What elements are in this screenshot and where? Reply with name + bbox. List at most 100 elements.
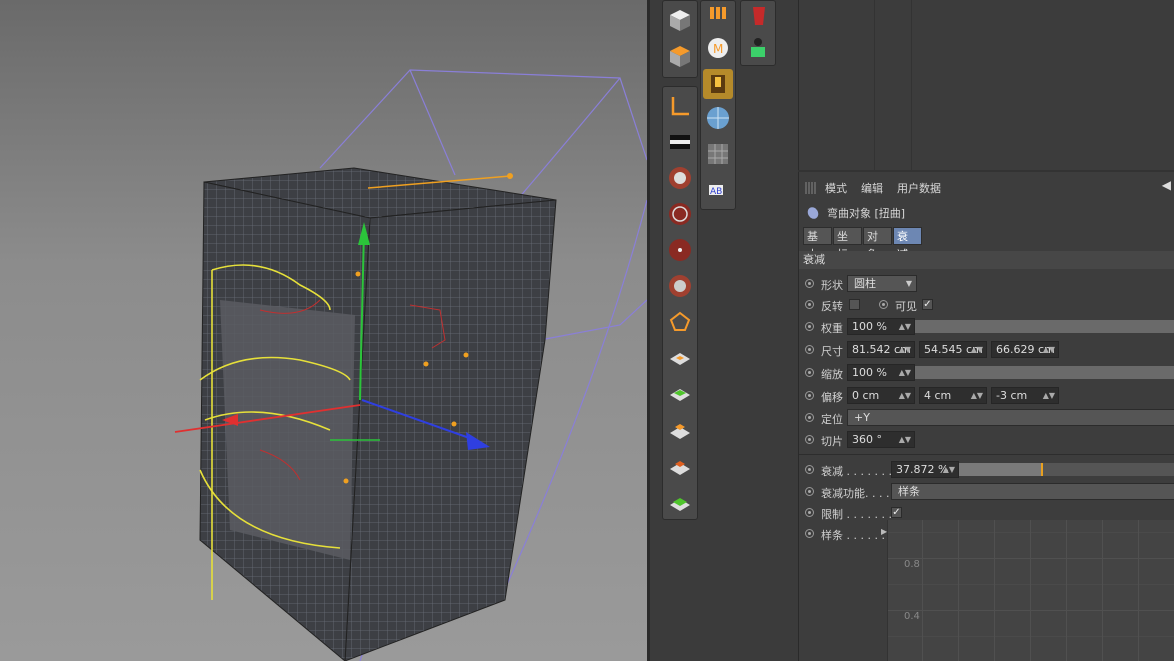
offset-label: 偏移 (821, 391, 843, 404)
palette-primitives (662, 0, 698, 78)
svg-text:M: M (713, 42, 723, 56)
anim-radio[interactable] (805, 345, 814, 354)
grip-icon[interactable] (805, 182, 817, 194)
anim-radio[interactable] (805, 465, 814, 474)
falloff-slider-fill (959, 463, 1041, 476)
paint-icon[interactable] (743, 1, 773, 31)
menu-mode[interactable]: 模式 (825, 180, 847, 196)
pentagon-points-icon[interactable] (665, 307, 695, 337)
attribute-manager: 模式 编辑 用户数据 ◀ 弯曲对象 [扭曲] 基本 坐标 对象 衰减 衰减 形状… (798, 172, 1174, 661)
tool-palettes: M AB (650, 0, 798, 661)
sphere-icon[interactable] (703, 103, 733, 133)
menu-edit[interactable]: 编辑 (861, 180, 883, 196)
size-z-field[interactable]: 66.629 cm ▲▼ (991, 341, 1059, 358)
characters-icon[interactable] (703, 1, 733, 31)
mesh-object (199, 167, 557, 661)
anim-radio[interactable] (805, 300, 814, 309)
3d-viewport[interactable] (0, 0, 647, 661)
attr-menubar: 模式 编辑 用户数据 ◀ (799, 176, 1174, 198)
anim-radio[interactable] (805, 279, 814, 288)
offset-y-field[interactable]: 4 cm ▲▼ (919, 387, 987, 404)
row-invert: 反转 可见 ✓ (799, 295, 1174, 315)
weight-slider[interactable] (915, 320, 1174, 333)
falloff-function-dropdown[interactable]: 样条 (891, 483, 1174, 500)
spline-graph[interactable]: 0.8 0.4 (887, 520, 1174, 661)
figure-icon[interactable] (743, 33, 773, 63)
falloff-label: 衰减 . . . . . . . (821, 465, 892, 478)
row-slice: 切片 360 ° ▲▼ (799, 430, 1174, 450)
svg-text:AB: AB (710, 187, 722, 197)
stack-effector-icon[interactable] (665, 415, 695, 445)
falloff-slider[interactable] (959, 463, 1174, 476)
back-arrow-icon[interactable]: ◀ (1162, 178, 1171, 192)
shape-dropdown[interactable]: 圆柱 ▼ (847, 275, 917, 292)
palette-tags (740, 0, 776, 66)
cube-icon[interactable] (665, 5, 695, 35)
spline-icon[interactable] (665, 91, 695, 121)
row-scale: 缩放 100 % ▲▼ (799, 363, 1174, 383)
menu-user-data[interactable]: 用户数据 (897, 180, 941, 196)
text-icon[interactable]: AB (703, 175, 733, 205)
size-x-field[interactable]: 81.542 cm ▲▼ (847, 341, 915, 358)
shape-label: 形状 (821, 279, 843, 292)
anim-radio[interactable] (805, 391, 814, 400)
anim-radio[interactable] (805, 487, 814, 496)
bend-deformer-icon[interactable] (703, 69, 733, 99)
anim-radio[interactable] (805, 413, 814, 422)
offset-x-field[interactable]: 0 cm ▲▼ (847, 387, 915, 404)
visible-checkbox[interactable]: ✓ (922, 299, 933, 310)
slice-field[interactable]: 360 ° ▲▼ (847, 431, 915, 448)
tab-falloff[interactable]: 衰减 (893, 227, 922, 261)
orientation-label: 定位 (821, 413, 843, 426)
section-header: 衰减 (799, 251, 1174, 269)
slice-label: 切片 (821, 435, 843, 448)
spline-label: 样条 . . . . . . (821, 529, 885, 542)
visible-label: 可见 (895, 300, 917, 313)
size-y-field[interactable]: 54.545 cm ▲▼ (919, 341, 987, 358)
anim-radio[interactable] (805, 529, 814, 538)
stack-effector-2-icon[interactable] (665, 451, 695, 481)
falloff-field[interactable]: 37.872 % ▲▼ (891, 461, 959, 478)
clamp-checkbox[interactable]: ✓ (891, 507, 902, 518)
graph-tick-label: 0.4 (904, 611, 920, 622)
object-manager[interactable] (798, 0, 1174, 170)
offset-z-field[interactable]: -3 cm ▲▼ (991, 387, 1059, 404)
green-effector-icon[interactable] (665, 379, 695, 409)
anim-radio[interactable] (805, 435, 814, 444)
chevron-down-icon: ▼ (905, 279, 912, 288)
falloff-slider-marker (1041, 463, 1043, 476)
row-orientation: 定位 +Y (799, 408, 1174, 428)
gradient-icon[interactable] (665, 127, 695, 157)
anim-radio[interactable] (805, 322, 814, 331)
separator (799, 454, 1174, 455)
mograph-icon[interactable]: M (703, 33, 733, 63)
palette-deformers (662, 86, 698, 520)
scale-label: 缩放 (821, 368, 843, 381)
scale-field[interactable]: 100 % ▲▼ (847, 364, 915, 381)
row-size: 尺寸 81.542 cm ▲▼ 54.545 cm ▲▼ 66.629 cm ▲▼ (799, 340, 1174, 360)
tab-basic[interactable]: 基本 (803, 227, 832, 261)
green-stack-icon[interactable] (665, 487, 695, 517)
row-falloff-function: 衰减功能. . . . 样条 (799, 482, 1174, 502)
row-weight: 权重 100 % ▲▼ (799, 317, 1174, 337)
graph-tick-label: 0.8 (904, 559, 920, 570)
plane-effector-icon[interactable] (665, 343, 695, 373)
radial-field-icon[interactable] (665, 163, 695, 193)
viewport-scene (174, 69, 647, 661)
cube-orange-icon[interactable] (665, 41, 695, 71)
weight-field[interactable]: 100 % ▲▼ (847, 318, 915, 335)
bend-object-icon (807, 207, 819, 219)
radial-field-2-icon[interactable] (665, 199, 695, 229)
anim-radio[interactable] (805, 368, 814, 377)
anim-radio[interactable] (805, 508, 814, 517)
orientation-dropdown[interactable]: +Y (847, 409, 1174, 426)
anim-radio[interactable] (879, 300, 888, 309)
tab-coord[interactable]: 坐标 (833, 227, 862, 261)
invert-checkbox[interactable] (849, 299, 860, 310)
sun-field-icon[interactable] (665, 271, 695, 301)
tab-object[interactable]: 对象 (863, 227, 892, 261)
dot-field-icon[interactable] (665, 235, 695, 265)
palette-objects: M AB (700, 0, 736, 210)
scale-slider[interactable] (915, 366, 1174, 379)
texture-icon[interactable] (703, 139, 733, 169)
